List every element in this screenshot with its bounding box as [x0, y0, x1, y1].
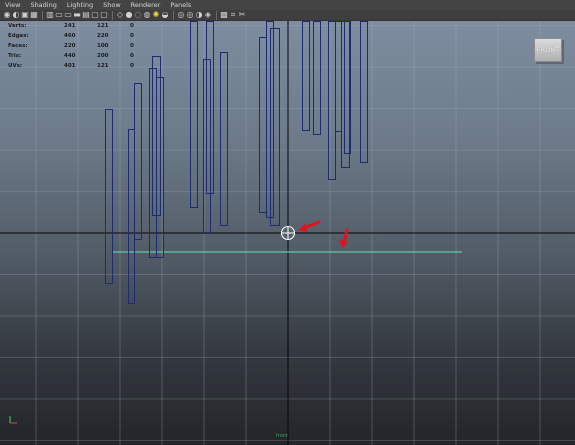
maya-viewport-panel: View Shading Lighting Show Renderer Pane… — [0, 0, 575, 445]
textured-icon[interactable]: ◍ — [143, 11, 151, 19]
exposure-icon[interactable]: ✂ — [238, 11, 246, 19]
axis-gizmo-icon — [9, 416, 17, 424]
hud-value: 460 — [64, 33, 76, 39]
hud-value: 121 — [97, 23, 109, 29]
field-chart-icon[interactable]: ▤ — [82, 11, 90, 19]
wireframe-box — [341, 21, 350, 168]
hud-value: 440 — [64, 53, 76, 59]
wireframe-box — [302, 21, 310, 131]
smooth-shade-icon[interactable]: ● — [125, 11, 133, 19]
hud-value: 220 — [64, 43, 76, 49]
panel-toolbar: ◉ ◐ ▣ ▦ ▥ ▭ ▭ ▬ ▤ ▢ ▢ ◇ ● ◌ ◍ ✺ ◒ ◎ ◎ ◑ ◈ ▩ ⌗ ✂ — [0, 10, 575, 21]
annotation-arrow-head — [298, 223, 307, 232]
safe-title-icon[interactable]: ▢ — [100, 11, 108, 19]
annotation-arrow-shaft — [302, 220, 321, 230]
toolbar-separator — [42, 10, 43, 20]
wireframe-box — [259, 37, 267, 213]
resolution-gate-icon[interactable]: ▭ — [64, 11, 72, 19]
backface-culling-icon[interactable]: ◑ — [195, 11, 203, 19]
hud-value: 200 — [97, 53, 109, 59]
wireframe-box — [128, 129, 135, 304]
menu-lighting[interactable]: Lighting — [62, 0, 98, 10]
wireframe-box — [134, 83, 142, 240]
select-camera-icon[interactable]: ◉ — [3, 11, 11, 19]
gate-mask-icon[interactable]: ▬ — [73, 11, 81, 19]
annotation-arrow-shaft — [342, 228, 349, 244]
hud-label: Verts: — [8, 23, 27, 29]
hud-label: UVs: — [8, 63, 23, 69]
hud-row: Faces: 220 100 0 — [8, 41, 163, 51]
camera-attributes-icon[interactable]: ◐ — [12, 11, 20, 19]
wireframe-box — [270, 28, 280, 226]
wireframe-box — [190, 21, 198, 208]
hud-row: Edges: 460 220 0 — [8, 31, 163, 41]
grid-icon[interactable]: ▥ — [46, 11, 54, 19]
bounding-box-icon[interactable]: ◌ — [134, 11, 142, 19]
toolbar-separator — [173, 10, 174, 20]
film-gate-icon[interactable]: ▭ — [55, 11, 63, 19]
wireframe-box — [313, 21, 321, 135]
camera-name-label: front — [276, 433, 288, 439]
image-plane-icon[interactable]: ▦ — [30, 11, 38, 19]
hud-value: 220 — [97, 33, 109, 39]
menu-renderer[interactable]: Renderer — [126, 0, 166, 10]
hud-label: Tris: — [8, 53, 22, 59]
toolbar-separator — [112, 10, 113, 20]
toolbar-separator — [216, 10, 217, 20]
wireframe-box — [360, 21, 368, 163]
hud-label: Edges: — [8, 33, 29, 39]
xray-icon[interactable]: ◎ — [177, 11, 185, 19]
pivot-manipulator-icon[interactable] — [280, 225, 296, 241]
hud-row: UVs: 401 121 0 — [8, 61, 163, 71]
hud-value: 100 — [97, 43, 109, 49]
view-cube[interactable]: FRONT — [534, 38, 562, 62]
scene-canvas[interactable] — [0, 21, 575, 445]
menu-view[interactable]: View — [0, 0, 25, 10]
wireframe-box — [335, 21, 342, 132]
wireframe-box — [105, 109, 113, 284]
hud-value: 401 — [64, 63, 76, 69]
shadows-icon[interactable]: ◒ — [161, 11, 169, 19]
xray-joints-icon[interactable]: ◎ — [186, 11, 194, 19]
annotation-arrows — [298, 220, 349, 248]
hud-value: 0 — [130, 23, 134, 29]
bookmark-icon[interactable]: ▣ — [21, 11, 29, 19]
viewport-front[interactable]: Verts: 241 121 0 Edges: 460 220 0 Faces: 220 100 0 T… — [0, 21, 575, 445]
wireframe-icon[interactable]: ◇ — [116, 11, 124, 19]
hud-row: Tris: 440 200 0 — [8, 51, 163, 61]
hud-row: Verts: 241 121 0 — [8, 21, 163, 31]
crop-icon[interactable]: ⌗ — [229, 11, 237, 19]
wireframe-box — [220, 52, 228, 226]
hud-value: 0 — [130, 33, 134, 39]
isolate-select-icon[interactable]: ▩ — [220, 11, 228, 19]
menu-show[interactable]: Show — [98, 0, 126, 10]
hud-value: 0 — [130, 43, 134, 49]
safe-action-icon[interactable]: ▢ — [91, 11, 99, 19]
hud-value: 0 — [130, 53, 134, 59]
hud-value: 121 — [97, 63, 109, 69]
use-all-lights-icon[interactable]: ✺ — [152, 11, 160, 19]
smooth-wireframe-icon[interactable]: ◈ — [204, 11, 212, 19]
menu-shading[interactable]: Shading — [25, 0, 61, 10]
view-cube-label: FRONT — [536, 46, 560, 54]
hud-value: 241 — [64, 23, 76, 29]
hud-value: 0 — [130, 63, 134, 69]
heads-up-display: Verts: 241 121 0 Edges: 460 220 0 Faces: 220 100 0 T… — [8, 21, 163, 71]
annotation-arrow-head — [338, 239, 348, 248]
hud-label: Faces: — [8, 43, 28, 49]
wireframe-box — [328, 21, 336, 180]
menu-panels[interactable]: Panels — [165, 0, 196, 10]
